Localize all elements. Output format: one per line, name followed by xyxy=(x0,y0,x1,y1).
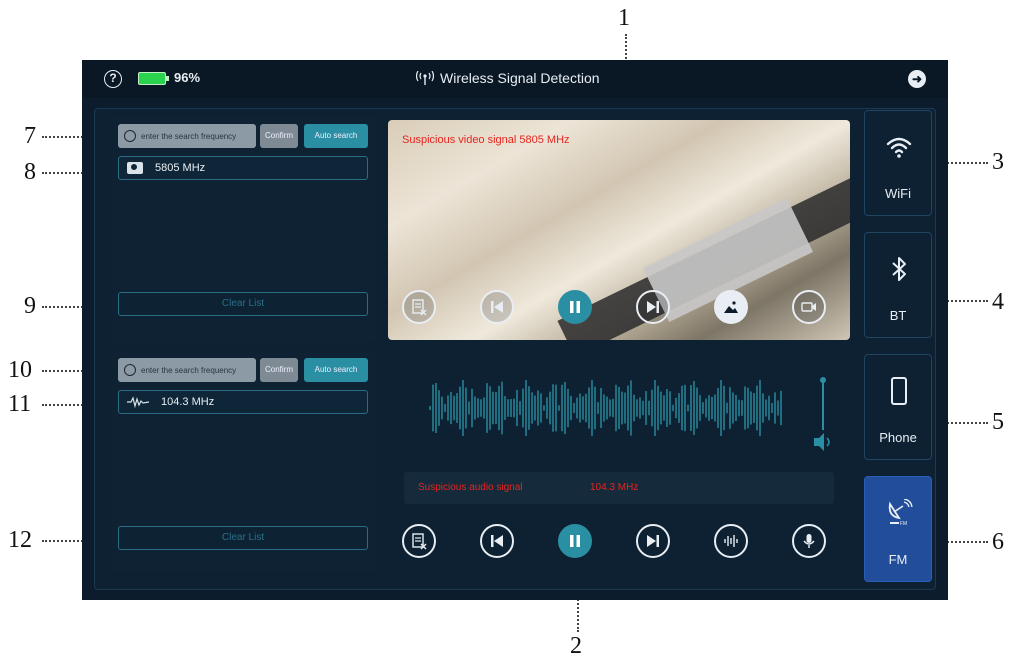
callout-7: 7 xyxy=(24,123,36,149)
audio-frequency-panel: enter the search frequency Confirm Auto … xyxy=(110,350,376,572)
clear-list-icon xyxy=(412,533,427,550)
audio-search-input[interactable]: enter the search frequency xyxy=(118,358,256,382)
video-frequency-value: 5805 MHz xyxy=(155,162,206,174)
app-title-text: Wireless Signal Detection xyxy=(440,70,600,86)
clear-list-icon xyxy=(412,299,427,316)
video-frequency-item[interactable]: 5805 MHz xyxy=(118,156,368,180)
mode-phone-button[interactable]: Phone xyxy=(864,354,932,460)
mode-phone-label: Phone xyxy=(879,430,917,445)
audio-microphone-button[interactable] xyxy=(792,524,826,558)
audio-frequency-item[interactable]: 104.3 MHz xyxy=(118,390,368,414)
search-icon xyxy=(124,130,136,142)
audio-pause-button[interactable] xyxy=(558,524,592,558)
fm-icon-text: FM xyxy=(900,521,907,527)
volume-slider[interactable] xyxy=(808,376,838,456)
status-bar: ? 96% Wireless Signal Detection ➜ xyxy=(82,60,948,98)
audio-alert-frequency: 104.3 MHz xyxy=(590,482,639,493)
video-clear-list-button[interactable]: Clear List xyxy=(118,292,368,316)
video-search-placeholder: enter the search frequency xyxy=(141,131,237,141)
callout-8: 8 xyxy=(24,159,36,185)
video-frequency-panel: enter the search frequency Confirm Auto … xyxy=(110,116,376,342)
bluetooth-icon xyxy=(892,257,906,281)
video-snapshot-button[interactable] xyxy=(714,290,748,324)
video-next-button[interactable] xyxy=(636,290,670,324)
record-video-icon xyxy=(801,302,816,312)
mode-wifi-label: WiFi xyxy=(885,186,911,201)
audio-alert-label: Suspicious audio signal xyxy=(418,482,523,493)
video-alert-text: Suspicious video signal 5805 MHz xyxy=(402,134,570,146)
audio-waveform xyxy=(429,380,782,436)
video-auto-search-button[interactable]: Auto search xyxy=(304,124,368,148)
video-preview[interactable]: Suspicious video signal 5805 MHz xyxy=(388,120,850,340)
battery-level: 96% xyxy=(174,70,201,85)
video-search-row: enter the search frequency Confirm Auto … xyxy=(118,124,368,148)
audio-wave-icon xyxy=(724,535,738,547)
video-previous-button[interactable] xyxy=(480,290,514,324)
callout-1: 1 xyxy=(618,5,630,31)
audio-confirm-button[interactable]: Confirm xyxy=(260,358,298,382)
callout-3: 3 xyxy=(992,149,1004,175)
next-icon xyxy=(647,301,659,313)
audio-frequency-value: 104.3 MHz xyxy=(161,396,215,408)
phone-icon xyxy=(891,377,907,405)
callout-2: 2 xyxy=(570,633,582,659)
audio-clear-list-button[interactable]: Clear List xyxy=(118,526,368,550)
app-title: Wireless Signal Detection xyxy=(416,70,616,86)
signal-icon xyxy=(416,71,434,85)
mode-bt-label: BT xyxy=(889,308,907,323)
exit-icon[interactable]: ➜ xyxy=(908,70,926,88)
video-pause-button[interactable] xyxy=(558,290,592,324)
device-screen: ? 96% Wireless Signal Detection ➜ enter … xyxy=(82,60,948,600)
callout-4: 4 xyxy=(992,289,1004,315)
satellite-dish-icon: FM xyxy=(888,499,913,527)
callout-12: 12 xyxy=(8,527,32,553)
help-icon[interactable]: ? xyxy=(104,70,122,88)
audio-alert-bar: Suspicious audio signal 104.3 MHz xyxy=(404,472,834,504)
battery-icon xyxy=(138,72,169,85)
search-icon xyxy=(124,364,136,376)
mode-bt-button[interactable]: BT xyxy=(864,232,932,338)
video-confirm-button[interactable]: Confirm xyxy=(260,124,298,148)
audio-wave-button[interactable] xyxy=(714,524,748,558)
audio-monitor: Suspicious audio signal 104.3 MHz xyxy=(388,356,850,572)
mode-fm-label: FM xyxy=(888,552,908,567)
audio-previous-button[interactable] xyxy=(480,524,514,558)
video-clear-button[interactable] xyxy=(402,290,436,324)
callout-10: 10 xyxy=(8,357,32,383)
pause-icon xyxy=(570,301,580,313)
audio-clear-button[interactable] xyxy=(402,524,436,558)
audio-search-placeholder: enter the search frequency xyxy=(141,365,237,375)
mode-wifi-button[interactable]: WiFi xyxy=(864,110,932,216)
microphone-icon xyxy=(803,534,815,548)
video-search-input[interactable]: enter the search frequency xyxy=(118,124,256,148)
callout-11: 11 xyxy=(8,391,32,417)
previous-icon xyxy=(491,301,503,313)
audio-wave-icon xyxy=(127,396,149,408)
snapshot-icon xyxy=(724,301,738,313)
callout-9: 9 xyxy=(24,293,36,319)
wifi-icon xyxy=(886,137,912,158)
mode-fm-button[interactable]: FM FM xyxy=(864,476,932,582)
audio-search-row: enter the search frequency Confirm Auto … xyxy=(118,358,368,382)
pause-icon xyxy=(570,535,580,547)
callout-5: 5 xyxy=(992,409,1004,435)
audio-auto-search-button[interactable]: Auto search xyxy=(304,358,368,382)
audio-next-button[interactable] xyxy=(636,524,670,558)
video-record-button[interactable] xyxy=(792,290,826,324)
previous-icon xyxy=(491,535,503,547)
callout-6: 6 xyxy=(992,529,1004,555)
next-icon xyxy=(647,535,659,547)
camera-icon xyxy=(127,162,143,174)
